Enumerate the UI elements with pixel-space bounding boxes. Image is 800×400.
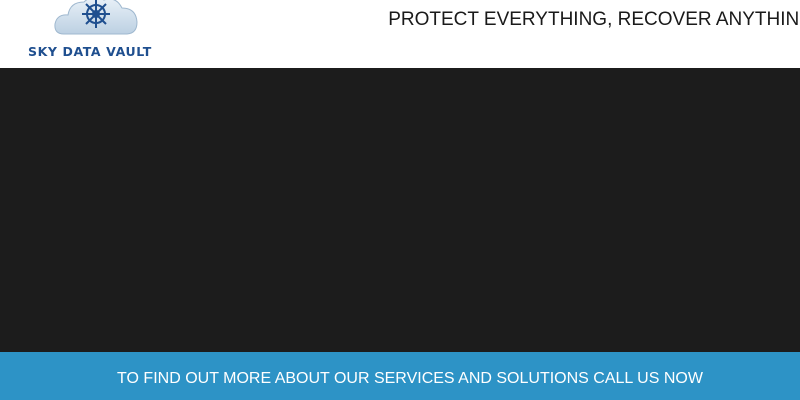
call-to-action-bar: TO FIND OUT MORE ABOUT OUR SERVICES AND … xyxy=(0,352,800,400)
video-player[interactable] xyxy=(0,68,800,352)
logo-wordmark: SKY DATA VAULT xyxy=(28,44,152,59)
call-to-action-text: TO FIND OUT MORE ABOUT OUR SERVICES AND … xyxy=(117,370,703,387)
header-tagline: PROTECT EVERYTHING, RECOVER ANYTHING xyxy=(388,9,800,30)
site-logo[interactable]: SKY DATA VAULT xyxy=(22,0,172,64)
site-header: SKY DATA VAULT PROTECT EVERYTHING, RECOV… xyxy=(0,0,800,68)
cloud-ship-wheel-icon xyxy=(54,0,138,35)
page: SKY DATA VAULT PROTECT EVERYTHING, RECOV… xyxy=(0,0,800,400)
